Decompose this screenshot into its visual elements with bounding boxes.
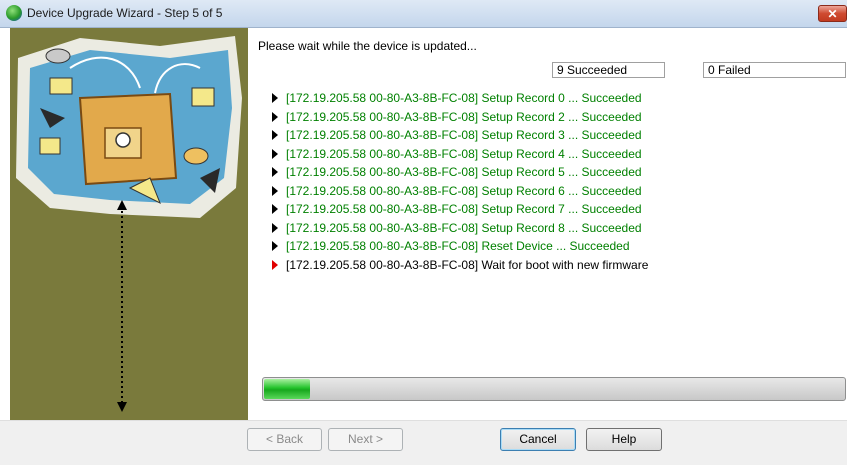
log-line: [172.19.205.58 00-80-A3-8B-FC-08] Setup … xyxy=(272,146,832,165)
cancel-button[interactable]: Cancel xyxy=(500,428,576,451)
log-line: [172.19.205.58 00-80-A3-8B-FC-08] Setup … xyxy=(272,164,832,183)
log-line: [172.19.205.58 00-80-A3-8B-FC-08] Setup … xyxy=(272,90,832,109)
log-line: [172.19.205.58 00-80-A3-8B-FC-08] Setup … xyxy=(272,220,832,239)
log-line: [172.19.205.58 00-80-A3-8B-FC-08] Setup … xyxy=(272,127,832,146)
succeeded-count: 9 Succeeded xyxy=(552,62,665,78)
arrow-icon xyxy=(272,111,278,122)
active-arrow-icon xyxy=(272,259,278,270)
arrow-icon xyxy=(272,130,278,140)
arrow-icon xyxy=(272,222,278,233)
log-line-text: [172.19.205.58 00-80-A3-8B-FC-08] Setup … xyxy=(286,109,642,124)
arrow-icon xyxy=(272,241,278,251)
log-line: [172.19.205.58 00-80-A3-8B-FC-08] Setup … xyxy=(272,201,832,220)
arrow-icon xyxy=(272,185,278,196)
close-button[interactable]: ✕ xyxy=(818,5,847,22)
log-line: [172.19.205.58 00-80-A3-8B-FC-08] Reset … xyxy=(272,238,832,257)
log-line-text: [172.19.205.58 00-80-A3-8B-FC-08] Setup … xyxy=(286,202,642,216)
log-line: [172.19.205.58 00-80-A3-8B-FC-08] Wait f… xyxy=(272,257,832,276)
log-line-text: [172.19.205.58 00-80-A3-8B-FC-08] Reset … xyxy=(286,239,630,253)
log-line: [172.19.205.58 00-80-A3-8B-FC-08] Setup … xyxy=(272,183,832,202)
app-globe-icon xyxy=(6,5,22,21)
instruction-text: Please wait while the device is updated.… xyxy=(258,39,477,53)
log-line-text: [172.19.205.58 00-80-A3-8B-FC-08] Wait f… xyxy=(286,257,649,272)
log-line-text: [172.19.205.58 00-80-A3-8B-FC-08] Setup … xyxy=(286,183,642,198)
back-button[interactable]: < Back xyxy=(247,428,322,451)
log-line-text: [172.19.205.58 00-80-A3-8B-FC-08] Setup … xyxy=(286,128,642,142)
log-line-text: [172.19.205.58 00-80-A3-8B-FC-08] Setup … xyxy=(286,220,642,235)
log-line: [172.19.205.58 00-80-A3-8B-FC-08] Setup … xyxy=(272,109,832,128)
next-button[interactable]: Next > xyxy=(328,428,403,451)
arrow-icon xyxy=(272,148,278,159)
upgrade-log-list: [172.19.205.58 00-80-A3-8B-FC-08] Setup … xyxy=(272,90,832,275)
arrow-icon xyxy=(272,204,278,214)
progress-fill xyxy=(264,379,310,399)
double-arrow-icon xyxy=(117,200,127,412)
arrow-icon xyxy=(272,93,278,103)
failed-count: 0 Failed xyxy=(703,62,846,78)
log-line-text: [172.19.205.58 00-80-A3-8B-FC-08] Setup … xyxy=(286,146,642,161)
wizard-sidebar-art xyxy=(10,28,248,420)
help-button[interactable]: Help xyxy=(586,428,662,451)
log-line-text: [172.19.205.58 00-80-A3-8B-FC-08] Setup … xyxy=(286,165,642,179)
window-title: Device Upgrade Wizard - Step 5 of 5 xyxy=(27,6,223,20)
log-line-text: [172.19.205.58 00-80-A3-8B-FC-08] Setup … xyxy=(286,91,642,105)
upgrade-progress-bar xyxy=(262,377,846,401)
wizard-window: Device Upgrade Wizard - Step 5 of 5 ✕ Pl… xyxy=(0,0,847,465)
wizard-footer xyxy=(0,420,847,465)
title-bar: Device Upgrade Wizard - Step 5 of 5 ✕ xyxy=(0,0,847,28)
arrow-icon xyxy=(272,167,278,177)
